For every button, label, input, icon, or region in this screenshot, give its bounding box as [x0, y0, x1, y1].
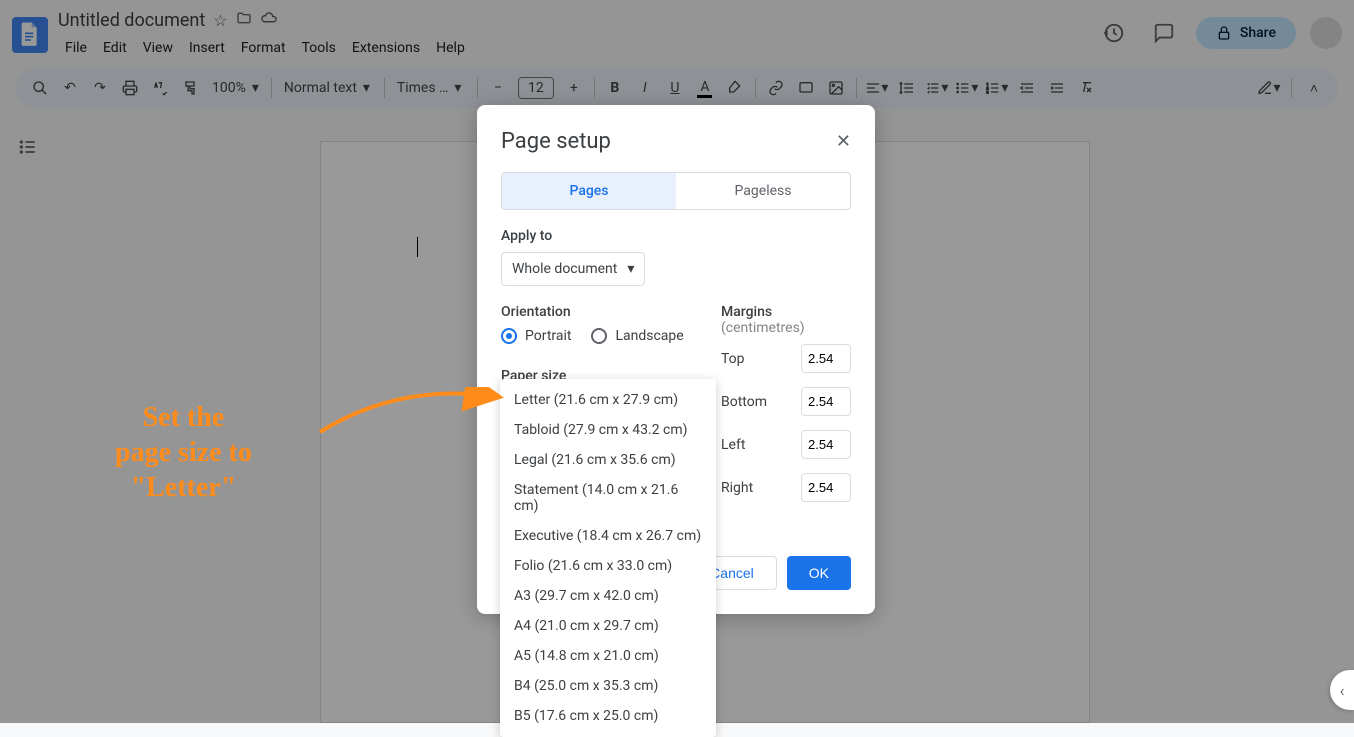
- margin-bottom-input[interactable]: [801, 387, 851, 416]
- paper-size-dropdown: Letter (21.6 cm x 27.9 cm) Tabloid (27.9…: [500, 379, 716, 737]
- radio-icon: [591, 328, 607, 344]
- margin-right-input[interactable]: [801, 473, 851, 502]
- ok-button[interactable]: OK: [787, 556, 851, 590]
- margin-bottom-label: Bottom: [721, 394, 767, 410]
- margins-label: Margins (centimetres): [721, 304, 851, 336]
- margin-top-label: Top: [721, 351, 745, 367]
- paper-size-option[interactable]: A5 (14.8 cm x 21.0 cm): [500, 641, 716, 671]
- orientation-label: Orientation: [501, 304, 701, 320]
- paper-size-option[interactable]: Tabloid (27.9 cm x 43.2 cm): [500, 415, 716, 445]
- tab-pageless[interactable]: Pageless: [676, 173, 850, 209]
- margin-top-input[interactable]: [801, 344, 851, 373]
- paper-size-option[interactable]: Legal (21.6 cm x 35.6 cm): [500, 445, 716, 475]
- close-icon[interactable]: ✕: [836, 131, 851, 152]
- apply-to-select[interactable]: Whole document ▾: [501, 252, 645, 286]
- paper-size-option[interactable]: Statement (14.0 cm x 21.6 cm): [500, 475, 716, 521]
- paper-size-option[interactable]: A4 (21.0 cm x 29.7 cm): [500, 611, 716, 641]
- dialog-title: Page setup: [501, 129, 611, 154]
- paper-size-option[interactable]: Folio (21.6 cm x 33.0 cm): [500, 551, 716, 581]
- annotation-text: Set thepage size to"Letter": [115, 400, 252, 505]
- paper-size-option[interactable]: Executive (18.4 cm x 26.7 cm): [500, 521, 716, 551]
- margin-left-input[interactable]: [801, 430, 851, 459]
- paper-size-option[interactable]: A3 (29.7 cm x 42.0 cm): [500, 581, 716, 611]
- margin-right-label: Right: [721, 480, 753, 496]
- margin-left-label: Left: [721, 437, 745, 453]
- radio-checked-icon: [501, 328, 517, 344]
- chevron-down-icon: ▾: [627, 261, 634, 277]
- tab-pages[interactable]: Pages: [502, 173, 676, 209]
- paper-size-option[interactable]: B4 (25.0 cm x 35.3 cm): [500, 671, 716, 701]
- dialog-tabs: Pages Pageless: [501, 172, 851, 210]
- landscape-radio[interactable]: Landscape: [591, 328, 683, 344]
- paper-size-option[interactable]: B5 (17.6 cm x 25.0 cm): [500, 701, 716, 731]
- paper-size-option[interactable]: Letter (21.6 cm x 27.9 cm): [500, 385, 716, 415]
- portrait-radio[interactable]: Portrait: [501, 328, 571, 344]
- apply-to-label: Apply to: [501, 228, 851, 244]
